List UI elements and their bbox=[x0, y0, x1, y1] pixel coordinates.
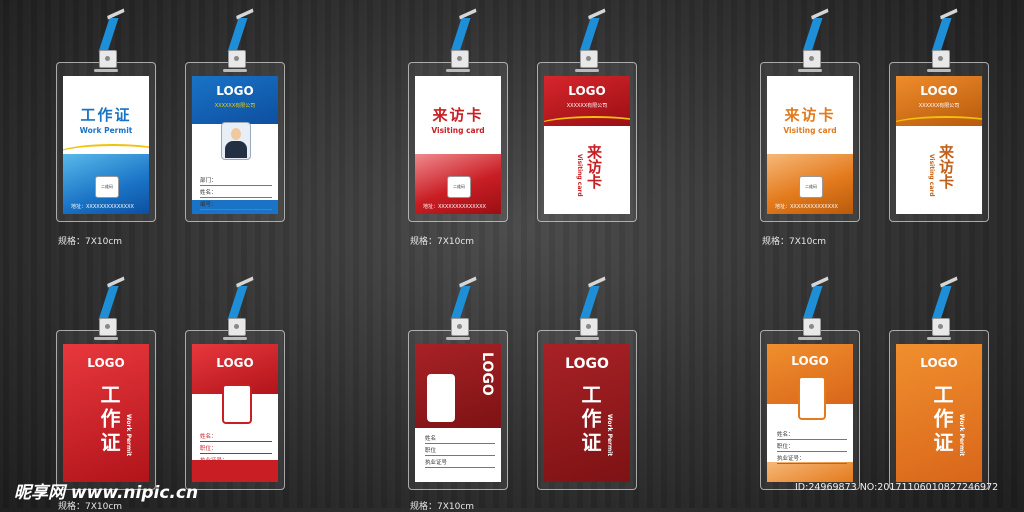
card-title: 工作证 bbox=[578, 384, 602, 456]
badge-clip bbox=[580, 50, 598, 68]
info-fields: 姓名 职位 执业证号 bbox=[425, 434, 495, 470]
vertical-subtitle: Work Permit bbox=[125, 414, 132, 457]
badge-red-permit-back: LOGO 姓名： 职位： 执业证号： bbox=[185, 286, 285, 490]
field-name: 姓名： bbox=[777, 430, 847, 440]
field-license: 执业证号： bbox=[777, 454, 847, 464]
card-logo: LOGO bbox=[791, 354, 829, 368]
badge-orange-front: 来访卡 Visiting card 二维码 地址：XXXXXXXXXXXXXX bbox=[760, 18, 860, 222]
card-title: 工作证 bbox=[80, 106, 132, 124]
card-red-permit-back: LOGO 姓名： 职位： 执业证号： bbox=[192, 344, 278, 482]
badge-clip bbox=[932, 318, 950, 336]
card-orange-permit-back: LOGO 工作证 Work Permit bbox=[896, 344, 982, 482]
badge-clip bbox=[451, 318, 469, 336]
card-title: 工作证 bbox=[97, 384, 121, 456]
watermark-site-logo: 昵享网 www.nipic.cn bbox=[14, 483, 199, 503]
card-logo: LOGO bbox=[216, 356, 254, 370]
photo-placeholder bbox=[427, 374, 455, 422]
spec-label: 规格：7X10cm bbox=[410, 237, 475, 247]
card-orange-front: 来访卡 Visiting card 二维码 地址：XXXXXXXXXXXXXX bbox=[767, 76, 853, 214]
field-license: 执业证号 bbox=[425, 458, 495, 468]
field-name: 姓名： bbox=[200, 432, 272, 442]
card-red-permit-front: LOGO 工作证 Work Permit bbox=[63, 344, 149, 482]
card-logo: LOGO bbox=[920, 84, 958, 98]
card-logo: LOGO bbox=[920, 356, 958, 370]
vertical-subtitle: Visiting card bbox=[928, 154, 935, 197]
card-blue-front: 工作证 Work Permit 二维码 地址：XXXXXXXXXXXXXX bbox=[63, 76, 149, 214]
spec-label: 规格：7X10cm bbox=[762, 237, 827, 247]
badge-clip bbox=[803, 50, 821, 68]
photo-placeholder bbox=[222, 384, 252, 424]
badge-clip bbox=[99, 50, 117, 68]
vertical-subtitle: Visiting card bbox=[576, 154, 583, 197]
field-position: 职位 bbox=[425, 446, 495, 456]
qr-code-placeholder: 二维码 bbox=[95, 176, 119, 198]
field-number: 编号： bbox=[200, 200, 272, 210]
badge-orange-back: LOGO XXXXXX有限公司 来访卡 Visiting card bbox=[889, 18, 989, 222]
company-name: XXXXXX有限公司 bbox=[918, 103, 960, 109]
address-line: 地址：XXXXXXXXXXXXXX bbox=[423, 204, 486, 210]
photo-placeholder bbox=[798, 376, 826, 420]
badge-red-permit-front: LOGO 工作证 Work Permit bbox=[56, 286, 156, 490]
field-position: 职位： bbox=[200, 444, 272, 454]
card-subtitle: Visiting card bbox=[783, 126, 837, 135]
qr-code-placeholder: 二维码 bbox=[799, 176, 823, 198]
card-orange-back: LOGO XXXXXX有限公司 来访卡 Visiting card bbox=[896, 76, 982, 214]
field-position: 职位： bbox=[777, 442, 847, 452]
card-darkred-front: LOGO 姓名 职位 执业证号 bbox=[415, 344, 501, 482]
field-name: 姓名 bbox=[425, 434, 495, 444]
card-red-back: LOGO XXXXXX有限公司 来访卡 Visiting card bbox=[544, 76, 630, 214]
vertical-title: 来访卡 bbox=[585, 144, 603, 189]
badge-clip bbox=[99, 318, 117, 336]
card-logo: LOGO bbox=[565, 356, 609, 372]
badge-clip bbox=[228, 50, 246, 68]
address-line: 地址：XXXXXXXXXXXXXX bbox=[775, 204, 838, 210]
badge-blue-back: LOGO XXXXXX有限公司 部门： 姓名： 编号： bbox=[185, 18, 285, 222]
badge-clip bbox=[228, 318, 246, 336]
watermark-id: ID:24969873 NO:20171106010827246972 bbox=[795, 482, 999, 493]
field-name: 姓名： bbox=[200, 188, 272, 198]
card-darkred-back: LOGO 工作证 Work Permit bbox=[544, 344, 630, 482]
vertical-title: 来访卡 bbox=[937, 144, 955, 189]
company-name: XXXXXX有限公司 bbox=[566, 103, 608, 109]
badge-clip bbox=[803, 318, 821, 336]
person-avatar bbox=[221, 122, 251, 160]
vertical-subtitle: Work Permit bbox=[606, 414, 613, 457]
badge-orange-permit-front: LOGO 姓名： 职位： 执业证号： bbox=[760, 286, 860, 490]
card-logo: LOGO bbox=[216, 84, 254, 98]
badge-clip bbox=[580, 318, 598, 336]
card-subtitle: Visiting card bbox=[431, 126, 485, 135]
badge-red-back: LOGO XXXXXX有限公司 来访卡 Visiting card bbox=[537, 18, 637, 222]
card-logo: LOGO bbox=[479, 352, 495, 396]
card-orange-permit-front: LOGO 姓名： 职位： 执业证号： bbox=[767, 344, 853, 482]
spec-label: 规格：7X10cm bbox=[410, 502, 475, 512]
vertical-subtitle: Work Permit bbox=[958, 414, 965, 457]
card-subtitle: Work Permit bbox=[79, 126, 133, 135]
card-logo: LOGO bbox=[568, 84, 606, 98]
field-department: 部门： bbox=[200, 176, 272, 186]
qr-code-placeholder: 二维码 bbox=[447, 176, 471, 198]
card-blue-back: LOGO XXXXXX有限公司 部门： 姓名： 编号： bbox=[192, 76, 278, 214]
company-name: XXXXXX有限公司 bbox=[214, 103, 256, 109]
badge-red-front: 来访卡 Visiting card 二维码 地址：XXXXXXXXXXXXXX bbox=[408, 18, 508, 222]
info-fields: 姓名： 职位： 执业证号： bbox=[200, 432, 272, 468]
badge-clip bbox=[451, 50, 469, 68]
card-red-front: 来访卡 Visiting card 二维码 地址：XXXXXXXXXXXXXX bbox=[415, 76, 501, 214]
field-license: 执业证号： bbox=[200, 456, 272, 466]
spec-label: 规格：7X10cm bbox=[58, 237, 123, 247]
badge-orange-permit-back: LOGO 工作证 Work Permit bbox=[889, 286, 989, 490]
card-logo: LOGO bbox=[87, 356, 125, 370]
card-title: 来访卡 bbox=[784, 106, 836, 124]
badge-darkred-back: LOGO 工作证 Work Permit bbox=[537, 286, 637, 490]
card-title: 来访卡 bbox=[432, 106, 484, 124]
badge-clip bbox=[932, 50, 950, 68]
info-fields: 部门： 姓名： 编号： bbox=[200, 176, 272, 212]
address-line: 地址：XXXXXXXXXXXXXX bbox=[71, 204, 134, 210]
badge-darkred-front: LOGO 姓名 职位 执业证号 bbox=[408, 286, 508, 490]
card-title: 工作证 bbox=[930, 384, 954, 456]
info-fields: 姓名： 职位： 执业证号： bbox=[777, 430, 847, 466]
badge-blue-front: 工作证 Work Permit 二维码 地址：XXXXXXXXXXXXXX bbox=[56, 18, 156, 222]
